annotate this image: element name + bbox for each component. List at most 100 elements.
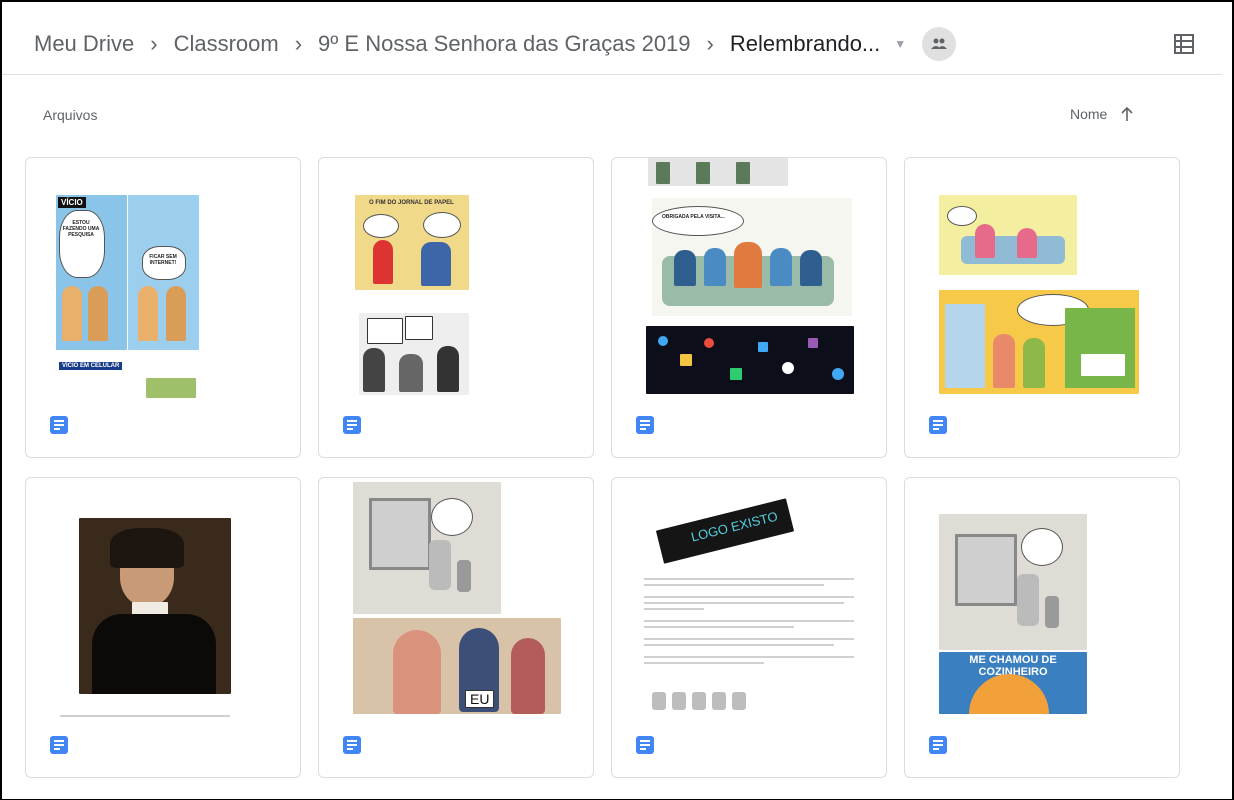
person-figure [511,638,545,714]
file-thumbnail: OBRIGADA PELA VISITA... [612,158,886,408]
character-figure [736,162,750,184]
text-line [644,578,854,580]
files-section-label: Arquivos [43,107,98,123]
hand-icon [712,692,726,710]
file-card[interactable]: OBRIGADA PELA VISITA... [611,157,887,458]
text-line [644,626,794,628]
speech-bubble-text: OBRIGADA PELA VISITA... [662,214,725,220]
character-figure [993,334,1015,388]
file-card-footer [905,728,1179,777]
technology-icons-banner [646,326,854,394]
google-docs-icon [343,736,361,754]
frame-left [0,0,2,800]
file-thumbnail: LOGO EXISTO [612,478,886,728]
chevron-right-icon: › [150,31,158,56]
file-card-footer [612,728,886,777]
breadcrumb-meu-drive[interactable]: Meu Drive [28,27,140,61]
text-line [644,656,854,658]
character-figure [704,248,726,286]
speech-bubble [947,206,977,226]
file-card-footer [26,728,300,777]
tech-icon [782,362,794,374]
text-line [644,620,854,622]
speech-bubble [431,498,473,536]
room-window [945,304,985,388]
character-figure [674,250,696,286]
file-thumbnail: ME CHAMOU DE COZINHEIRO [905,478,1179,728]
file-card-footer [319,408,593,457]
tech-icon [680,354,692,366]
file-card[interactable]: LOGO EXISTO [611,477,887,778]
file-card-footer [26,408,300,457]
file-card[interactable]: ME CHAMOU DE COZINHEIRO [904,477,1180,778]
google-docs-icon [343,416,361,434]
file-thumbnail: VÍCIO ESTOU FAZENDO UMA PESQUISA FICAR S… [26,158,300,408]
header: Meu Drive › Classroom › 9º E Nossa Senho… [2,2,1222,75]
hand-icon [672,692,686,710]
text-line [644,602,844,604]
usb-character [429,540,451,590]
tech-icon [658,336,668,346]
google-docs-icon [50,416,68,434]
character-figure [734,242,762,288]
speech-bubble [405,316,433,340]
comic-panel [1065,308,1135,388]
tech-icon [730,368,742,380]
speech-bubble [652,206,744,236]
sort-by-name-button[interactable]: Nome [1070,106,1107,122]
file-card[interactable]: EU [318,477,594,778]
file-thumbnail [905,158,1179,408]
tech-icon [758,342,768,352]
usb-character [457,560,471,592]
file-thumbnail [26,478,300,728]
text-line [644,584,824,586]
character-figure [975,224,995,258]
speech-bubble-text: FICAR SEM INTERNET! [149,254,177,266]
file-card[interactable] [904,157,1180,458]
character-figure [363,348,385,392]
character-figure [770,248,792,286]
comic-panel-bottom [146,378,196,398]
google-docs-icon [929,416,947,434]
hand-icon [732,692,746,710]
file-thumbnail: O FIM DO JORNAL DE PAPEL [319,158,593,408]
tech-icon [704,338,714,348]
usb-character [1017,574,1039,626]
tech-icon [832,368,844,380]
character-figure [800,250,822,286]
people-icon [931,38,948,49]
dropdown-caret-icon[interactable]: ▼ [894,37,906,51]
list-view-icon[interactable] [1172,32,1196,56]
portrait-hair [110,528,184,568]
speech-bubble-text: ESTOU FAZENDO UMA PESQUISA [62,220,100,238]
file-card[interactable] [25,477,301,778]
breadcrumb-classroom[interactable]: Classroom [168,27,285,61]
hospital-bed [1081,354,1125,376]
arrow-up-icon[interactable] [1117,104,1137,124]
file-card[interactable]: O FIM DO JORNAL DE PAPEL [318,157,594,458]
character-figure [62,286,82,341]
text-line [644,662,764,664]
breadcrumb-class-folder[interactable]: 9º E Nossa Senhora das Graças 2019 [312,27,696,61]
breadcrumb: Meu Drive › Classroom › 9º E Nossa Senho… [28,24,957,64]
thumbnail-caption: VÍCIO EM CELULAR [59,362,123,370]
shared-folder-icon[interactable] [922,27,957,61]
speech-bubble [363,214,399,238]
character-figure [656,162,670,184]
speech-bubble [423,212,461,238]
text-line [644,644,834,646]
usb-character [1045,596,1059,628]
thumbnail-title: O FIM DO JORNAL DE PAPEL [369,200,454,206]
character-figure [138,286,158,341]
file-card[interactable]: VÍCIO ESTOU FAZENDO UMA PESQUISA FICAR S… [25,157,301,458]
character-figure [373,240,393,284]
breadcrumb-current-folder[interactable]: Relembrando... [724,27,886,61]
text-line [644,638,854,640]
google-docs-icon [636,736,654,754]
speech-bubble [367,318,403,344]
text-line [644,596,854,598]
character-figure [1023,338,1045,388]
speech-bubble [1021,528,1063,566]
hand-icon [652,692,666,710]
text-line [60,715,230,717]
